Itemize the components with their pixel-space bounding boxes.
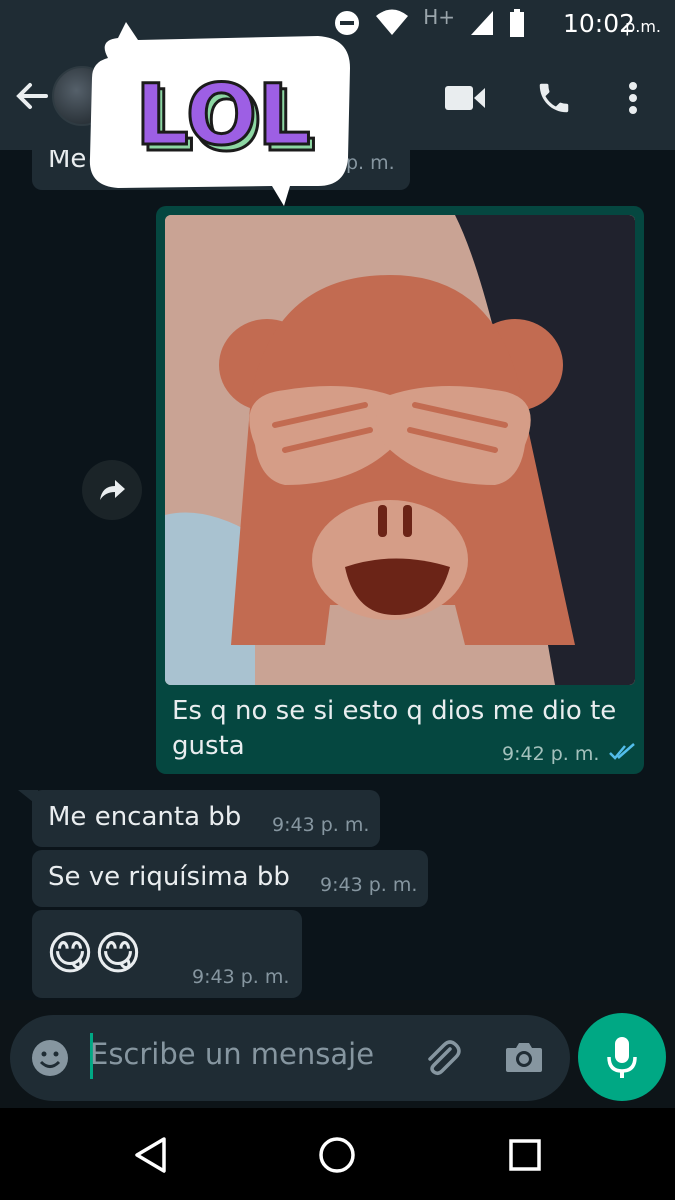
- more-options-button[interactable]: [611, 76, 655, 120]
- wifi-icon: [376, 9, 409, 35]
- voice-record-button[interactable]: [578, 1013, 666, 1101]
- lol-sticker: LOL LOL: [89, 22, 350, 206]
- message-text-line1: Es q no se si esto q dios me dio te: [172, 696, 617, 726]
- message-bubble-incoming[interactable]: Se ve riquísima bb 9:43 p. m.: [32, 850, 428, 907]
- message-time: 9:43 p. m.: [272, 814, 370, 836]
- signal-icon: [471, 11, 493, 35]
- message-time: 9:43 p. m.: [192, 966, 290, 988]
- camera-icon[interactable]: [504, 1039, 544, 1075]
- nav-home-icon[interactable]: [318, 1136, 356, 1174]
- forward-button[interactable]: [82, 460, 142, 520]
- message-input[interactable]: Escribe un mensaje: [90, 1037, 374, 1071]
- chat-area[interactable]: Me p. m. Es q no se si esto q dios me di…: [0, 150, 675, 1000]
- nav-back-icon[interactable]: [132, 1136, 168, 1174]
- message-bubble-incoming[interactable]: 😋😋 9:43 p. m.: [32, 910, 302, 998]
- nav-recents-icon[interactable]: [508, 1138, 542, 1172]
- message-text: Se ve riquísima bb: [48, 862, 290, 892]
- message-composer[interactable]: Escribe un mensaje: [10, 1015, 570, 1101]
- battery-icon: [510, 9, 524, 37]
- network-type-label: H+: [423, 5, 455, 29]
- system-nav-bar: [0, 1108, 675, 1200]
- monkey-sticker-overlay: [165, 215, 635, 685]
- mic-icon: [607, 1037, 637, 1078]
- message-text-line2: gusta: [172, 731, 245, 761]
- sticker-text: LOL: [135, 66, 310, 164]
- message-bubble-outgoing[interactable]: Es q no se si esto q dios me dio te gust…: [156, 206, 644, 774]
- emoji-icon[interactable]: [30, 1038, 70, 1078]
- bubble-tail: [18, 790, 38, 806]
- voice-call-button[interactable]: [532, 76, 576, 120]
- read-receipt-icon: [609, 743, 635, 760]
- message-image[interactable]: [165, 215, 635, 685]
- more-vert-icon: [629, 82, 637, 114]
- back-arrow-icon: [16, 83, 48, 109]
- video-call-icon: [445, 86, 485, 110]
- forward-icon: [100, 480, 125, 500]
- message-bubble-incoming[interactable]: Me encanta bb 9:43 p. m.: [32, 790, 380, 847]
- message-emoji: 😋😋: [46, 926, 142, 980]
- status-ampm: p.m.: [625, 17, 661, 36]
- back-button[interactable]: [12, 76, 52, 116]
- message-time: 9:43 p. m.: [320, 874, 418, 896]
- attach-icon[interactable]: [420, 1037, 462, 1079]
- video-call-button[interactable]: [443, 76, 487, 120]
- message-text: Me encanta bb: [48, 802, 242, 832]
- message-time: 9:42 p. m.: [502, 743, 600, 765]
- phone-icon: [539, 83, 569, 113]
